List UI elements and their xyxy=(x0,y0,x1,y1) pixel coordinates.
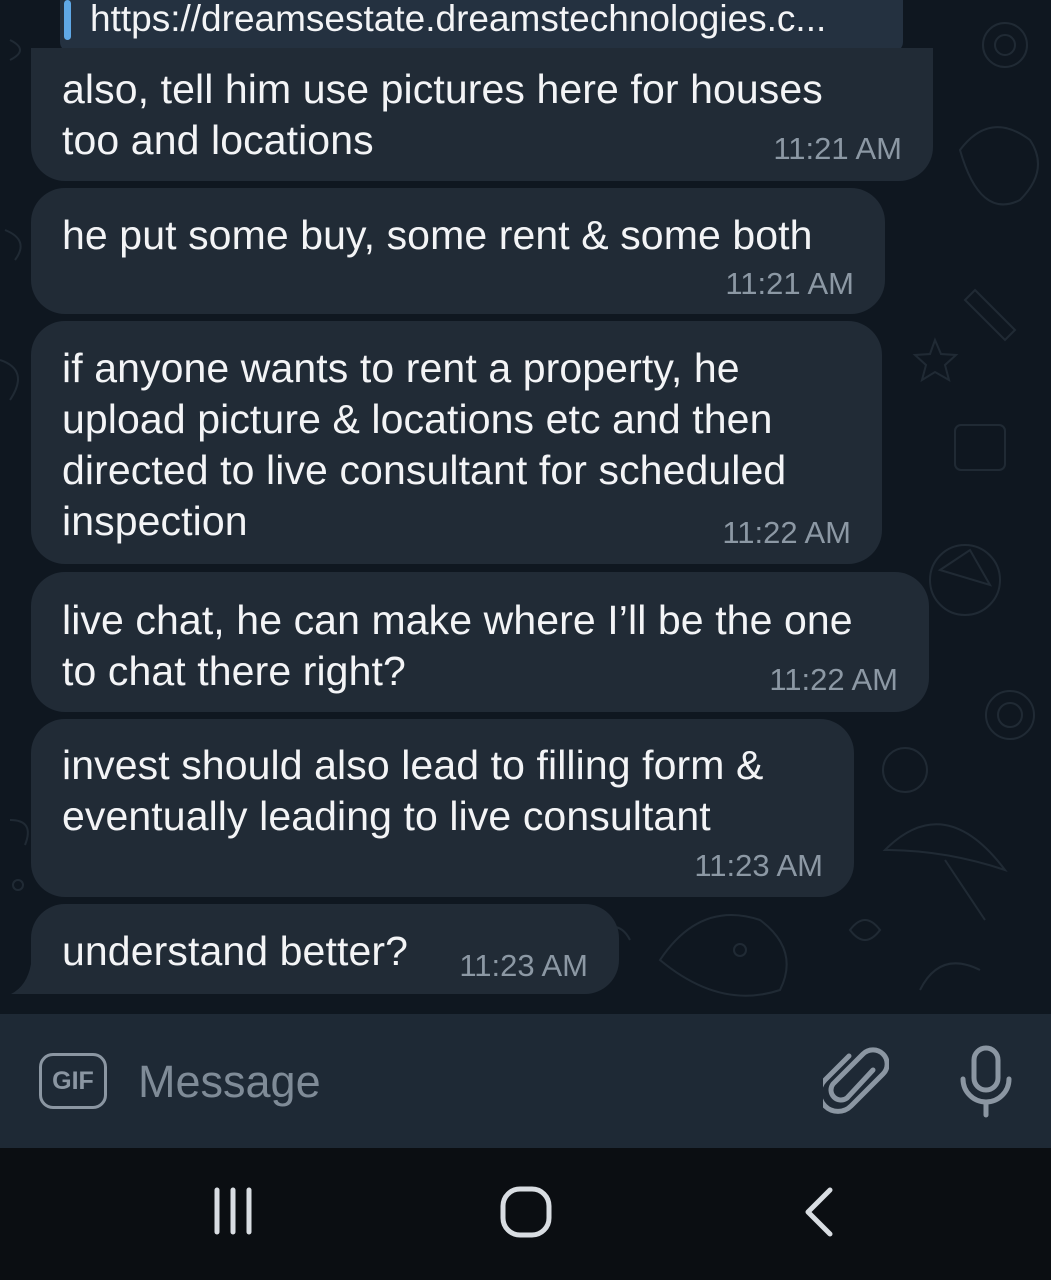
bubble-tail xyxy=(11,964,31,994)
microphone-icon[interactable] xyxy=(955,1043,1017,1121)
message-time: 11:22 AM xyxy=(769,662,898,697)
gif-button[interactable]: GIF xyxy=(39,1053,107,1109)
message-time: 11:23 AM xyxy=(694,848,823,883)
message-time: 11:23 AM xyxy=(459,948,588,983)
link-accent-bar xyxy=(64,0,71,40)
link-preview-url[interactable]: https://dreamsestate.dreamstechnologies.… xyxy=(90,0,826,40)
recents-icon[interactable] xyxy=(205,1186,261,1236)
message-input[interactable]: Message xyxy=(138,1052,778,1112)
message-text: he put some buy, some rent & some both xyxy=(62,212,813,258)
message-bubble[interactable]: understand better? 11:23 AM xyxy=(31,904,619,994)
message-bubble[interactable]: live chat, he can make where I’ll be the… xyxy=(31,572,929,712)
message-bubble[interactable]: if anyone wants to rent a property, he u… xyxy=(31,321,882,564)
message-time: 11:22 AM xyxy=(722,515,851,550)
message-bubble[interactable]: invest should also lead to filling form … xyxy=(31,719,854,897)
back-icon[interactable] xyxy=(796,1184,840,1240)
paperclip-icon[interactable] xyxy=(823,1046,889,1118)
message-bubble[interactable]: also, tell him use pictures here for hou… xyxy=(31,48,933,181)
message-text: invest should also lead to filling form … xyxy=(62,742,764,839)
message-bubble[interactable]: he put some buy, some rent & some both 1… xyxy=(31,188,885,314)
message-time: 11:21 AM xyxy=(773,131,902,166)
chat-history[interactable]: https://dreamsestate.dreamstechnologies.… xyxy=(0,0,1051,1014)
home-icon[interactable] xyxy=(498,1184,554,1240)
link-preview[interactable]: https://dreamsestate.dreamstechnologies.… xyxy=(60,0,903,52)
message-time: 11:21 AM xyxy=(725,266,854,301)
